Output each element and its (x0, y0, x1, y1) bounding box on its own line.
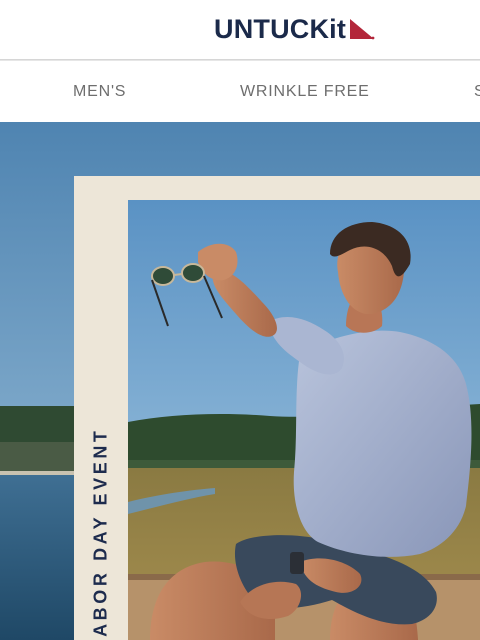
nav-item-mens[interactable]: MEN'S (73, 61, 126, 122)
brand-logo-text: UNTUCKit (214, 13, 347, 44)
nav-item-next[interactable]: S (474, 61, 480, 122)
hero-banner[interactable]: LABOR DAY EVENT (0, 122, 480, 640)
man-holding-sunglasses-photo (0, 122, 480, 640)
brand-logo[interactable]: UNTUCKit (214, 12, 376, 46)
site-header: UNTUCKit (0, 0, 480, 60)
labor-day-event-text: LABOR DAY EVENT (90, 427, 111, 640)
labor-day-badge: LABOR DAY EVENT (86, 422, 116, 640)
triangle-pennant-icon (350, 19, 375, 40)
category-nav: MEN'S WRINKLE FREE S (0, 60, 480, 122)
nav-item-wrinkle-free[interactable]: WRINKLE FREE (240, 61, 370, 122)
